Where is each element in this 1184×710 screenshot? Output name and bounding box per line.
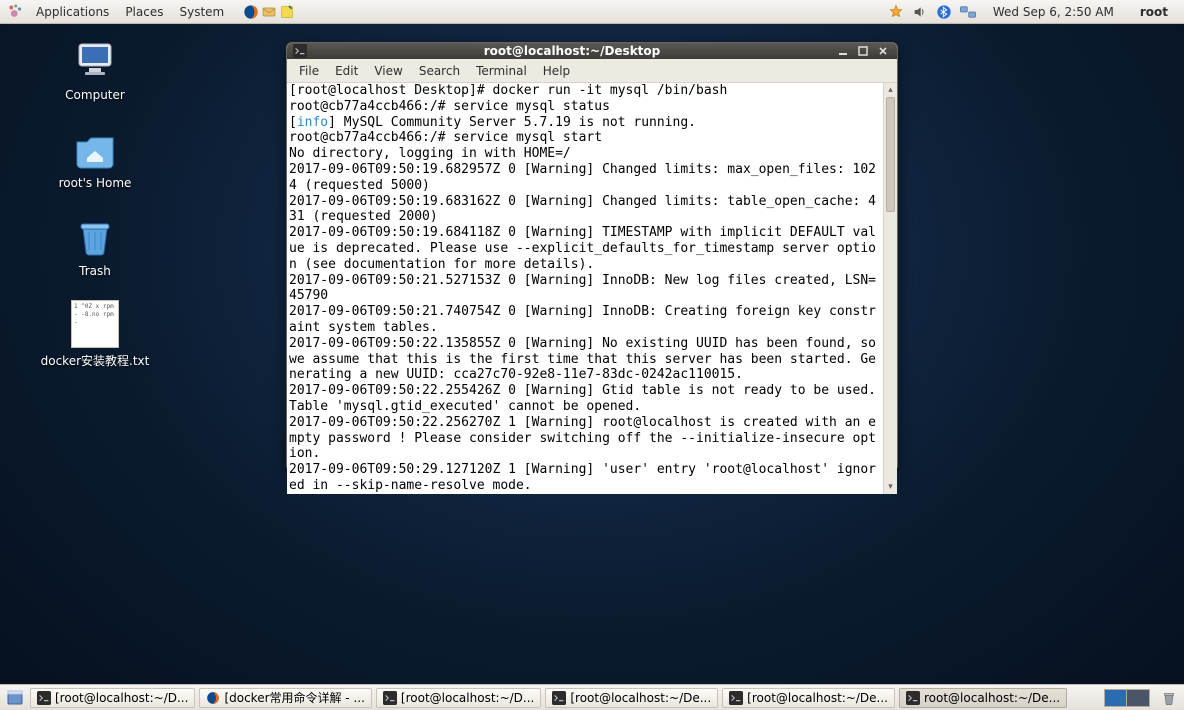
gnome-foot-icon xyxy=(6,3,24,21)
menu-search[interactable]: Search xyxy=(411,59,468,83)
terminal-icon xyxy=(383,691,397,705)
user-menu[interactable]: root xyxy=(1130,5,1178,19)
terminal-icon xyxy=(37,691,51,705)
show-desktop-button[interactable] xyxy=(4,688,26,708)
bottom-panel: [root@localhost:~/D... [docker常用命令详解 - ..… xyxy=(0,684,1184,710)
menu-terminal[interactable]: Terminal xyxy=(468,59,535,83)
taskbar-task[interactable]: [root@localhost:~/D... xyxy=(30,688,195,708)
workspace-2[interactable] xyxy=(1127,690,1149,706)
computer-icon xyxy=(71,36,119,84)
terminal-scrollbar[interactable]: ▴ ▾ xyxy=(883,83,897,494)
menu-system[interactable]: System xyxy=(171,0,232,24)
task-label: [root@localhost:~/De... xyxy=(747,691,888,705)
scrollbar-thumb[interactable] xyxy=(886,97,895,212)
menu-help[interactable]: Help xyxy=(535,59,578,83)
terminal-window: root@localhost:~/Desktop File Edit View … xyxy=(286,42,898,468)
menu-edit[interactable]: Edit xyxy=(327,59,366,83)
desktop-icon-label: docker安装教程.txt xyxy=(41,352,150,369)
update-star-icon[interactable] xyxy=(887,3,905,21)
menu-places[interactable]: Places xyxy=(117,0,171,24)
panel-trash-icon[interactable] xyxy=(1158,688,1180,708)
network-icon[interactable] xyxy=(959,3,977,21)
terminal-icon xyxy=(906,691,920,705)
taskbar-task[interactable]: [root@localhost:~/De... xyxy=(545,688,718,708)
desktop-icon-trash[interactable]: Trash xyxy=(30,212,160,278)
taskbar-task[interactable]: root@localhost:~/De... xyxy=(899,688,1067,708)
terminal-icon xyxy=(552,691,566,705)
terminal-icon xyxy=(293,44,307,58)
taskbar-task[interactable]: [root@localhost:~/D... xyxy=(376,688,541,708)
bluetooth-icon[interactable] xyxy=(935,3,953,21)
scroll-up-icon[interactable]: ▴ xyxy=(884,83,897,97)
desktop-icon-textfile[interactable]: 1 ^0Z x rpm - -8.no rpm - docker安装教程.txt xyxy=(30,300,160,369)
desktop-icons: Computer root's Home Trash 1 ^0Z x rpm -… xyxy=(30,36,160,391)
top-panel: Applications Places System Wed Sep 6, 2:… xyxy=(0,0,1184,24)
menu-applications[interactable]: Applications xyxy=(28,0,117,24)
firefox-icon[interactable] xyxy=(242,3,260,21)
mail-icon[interactable] xyxy=(260,3,278,21)
desktop-icon-label: Computer xyxy=(65,88,125,102)
firefox-icon xyxy=(206,691,220,705)
close-button[interactable] xyxy=(875,43,891,59)
window-titlebar[interactable]: root@localhost:~/Desktop xyxy=(287,43,897,59)
notes-icon[interactable] xyxy=(278,3,296,21)
home-folder-icon xyxy=(71,124,119,172)
minimize-button[interactable] xyxy=(835,43,851,59)
scroll-down-icon[interactable]: ▾ xyxy=(884,480,897,494)
text-file-icon: 1 ^0Z x rpm - -8.no rpm - xyxy=(71,300,119,348)
desktop-icon-label: Trash xyxy=(79,264,111,278)
workspace-1[interactable] xyxy=(1105,690,1127,706)
menu-view[interactable]: View xyxy=(366,59,410,83)
menu-file[interactable]: File xyxy=(291,59,327,83)
desktop-icon-label: root's Home xyxy=(59,176,132,190)
task-label: [root@localhost:~/De... xyxy=(570,691,711,705)
task-label: [docker常用命令详解 - ... xyxy=(224,689,364,706)
task-label: [root@localhost:~/D... xyxy=(55,691,188,705)
task-label: [root@localhost:~/D... xyxy=(401,691,534,705)
volume-icon[interactable] xyxy=(911,3,929,21)
task-label: root@localhost:~/De... xyxy=(924,691,1060,705)
taskbar-task[interactable]: [root@localhost:~/De... xyxy=(722,688,895,708)
clock[interactable]: Wed Sep 6, 2:50 AM xyxy=(983,5,1124,19)
trash-icon xyxy=(71,212,119,260)
maximize-button[interactable] xyxy=(855,43,871,59)
terminal-output[interactable]: [root@localhost Desktop]# docker run -it… xyxy=(287,83,883,494)
taskbar-task[interactable]: [docker常用命令详解 - ... xyxy=(199,688,371,708)
desktop-icon-computer[interactable]: Computer xyxy=(30,36,160,102)
window-title: root@localhost:~/Desktop xyxy=(313,44,831,58)
terminal-menubar: File Edit View Search Terminal Help xyxy=(287,59,897,83)
workspace-switcher[interactable] xyxy=(1104,689,1150,707)
terminal-icon xyxy=(729,691,743,705)
desktop-icon-home[interactable]: root's Home xyxy=(30,124,160,190)
